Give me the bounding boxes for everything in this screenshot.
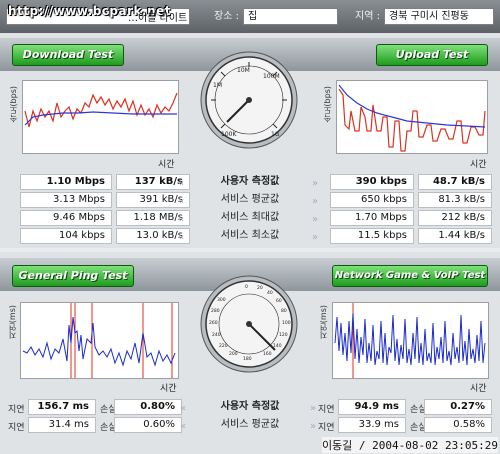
download-y-label: 속도(bps) (9, 86, 18, 123)
ping-side-label-delay: 지연 (8, 405, 25, 415)
ping-delay-1: 31.4 ms (28, 417, 96, 433)
ping-loss-0: 0.80% (114, 399, 182, 415)
provider-value: …이블 라이트 (128, 13, 188, 24)
game-delay-0: 94.9 ms (338, 399, 406, 415)
ping-arrow-left-0: « (180, 403, 187, 414)
gauge-label-100k: 100K (221, 131, 237, 138)
gauge-label-1m: 1M (213, 82, 222, 89)
svg-text:180: 180 (243, 356, 252, 362)
arrow-right-0: » (312, 178, 319, 189)
speed-gauge: 100K 1M 10M 100M 1G (199, 50, 299, 150)
arrow-left-0: « (178, 178, 185, 189)
svg-text:200: 200 (229, 351, 238, 357)
network-game-voip-test-button[interactable]: Network Game & VoIP Test (332, 265, 488, 287)
game-chart-plot (334, 303, 486, 378)
gauge-label-100m: 100M (263, 73, 280, 80)
game-x-label: 시간 (470, 384, 487, 394)
arrow-left-3: « (178, 232, 185, 243)
region-field[interactable]: 경북 구미시 진평동 (384, 8, 494, 25)
download-bps-0: 1.10 Mbps (20, 174, 112, 190)
upload-test-button[interactable]: Upload Test (376, 44, 488, 66)
svg-text:100: 100 (282, 320, 291, 326)
download-chart-plot (24, 92, 178, 128)
speed-row-label-0: 사용자 측정값 (220, 176, 280, 187)
upload-Bps-3: 1.44 kB/s (418, 228, 492, 244)
arrow-left-2: « (178, 214, 185, 225)
upload-bps-0: 390 kbps (330, 174, 414, 190)
arrow-right-2: » (312, 214, 319, 225)
download-average-line (24, 111, 177, 126)
region-label: 지역 : (355, 11, 380, 22)
ping-gauge: 0 20 40 60 80 100 120 140 160 180 200 22… (199, 274, 299, 374)
ping-latency-line (22, 316, 176, 367)
ping-delay-0: 156.7 ms (28, 399, 96, 415)
download-bps-1: 3.13 Mbps (20, 192, 112, 208)
ping-chart (20, 302, 179, 379)
upload-y-label: 속도(bps) (323, 86, 332, 123)
ping-side-label-loss: 지연 (8, 423, 25, 433)
upload-chart (336, 80, 488, 154)
gauge-label-1g: 1G (271, 131, 280, 138)
ping-chart-plot (22, 303, 176, 378)
download-bps-2: 9.46 Mbps (20, 210, 112, 226)
game-y-label: 지연(ms) (319, 305, 328, 340)
ping-arrow-right-0: » (310, 403, 317, 414)
download-test-button[interactable]: Download Test (12, 44, 124, 66)
svg-text:160: 160 (263, 351, 272, 357)
location-field[interactable]: 집 (243, 8, 338, 25)
ping-row-label-1: 서비스 평균값 (220, 419, 280, 430)
svg-text:280: 280 (211, 308, 220, 314)
upload-measured-line (338, 88, 486, 152)
general-ping-test-button[interactable]: General Ping Test (12, 265, 134, 287)
upload-chart-plot (338, 84, 486, 152)
arrow-right-1: » (312, 196, 319, 207)
ping-gauge-dial: 0 20 40 60 80 100 120 140 160 180 200 22… (200, 275, 298, 373)
footer-user-timestamp: 이동길 / 2004-08-02 23:05:29 (321, 437, 498, 453)
game-side-label-delay-2: 지연 (318, 423, 335, 433)
ping-x-label: 시간 (160, 384, 177, 394)
ping-arrow-right-1: » (310, 421, 317, 432)
location-label: 장소 : (214, 11, 239, 22)
ping-loss-1: 0.60% (114, 417, 182, 433)
ping-y-label: 지연(ms) (8, 305, 17, 340)
svg-text:260: 260 (209, 320, 218, 326)
arrow-left-1: « (178, 196, 185, 207)
download-chart (22, 80, 179, 154)
upload-bps-3: 11.5 kbps (330, 228, 414, 244)
svg-text:240: 240 (212, 332, 221, 338)
top-bar: http://www.bcpark.net http://www.bcpark.… (0, 0, 500, 33)
game-loss-1: 0.58% (424, 417, 492, 433)
speed-row-label-3: 서비스 최소값 (220, 230, 280, 241)
speed-row-label-2: 서비스 최대값 (220, 212, 280, 223)
game-latency-line (334, 312, 486, 366)
svg-text:60: 60 (276, 298, 282, 304)
svg-text:80: 80 (281, 308, 287, 314)
svg-text:300: 300 (217, 297, 226, 303)
speed-gauge-dial: 100K 1M 10M 100M 1G (200, 51, 298, 149)
upload-x-label: 시간 (470, 160, 487, 170)
speed-row-label-1: 서비스 평균값 (220, 194, 280, 205)
svg-text:120: 120 (279, 332, 288, 338)
game-loss-0: 0.27% (424, 399, 492, 415)
arrow-right-3: » (312, 232, 319, 243)
upload-bps-1: 650 kbps (330, 192, 414, 208)
svg-text:0: 0 (245, 284, 248, 290)
game-side-label-delay: 지연 (318, 405, 335, 415)
svg-text:40: 40 (267, 290, 273, 296)
svg-text:220: 220 (219, 343, 228, 349)
upload-bps-2: 1.70 Mbps (330, 210, 414, 226)
ping-arrow-left-1: « (180, 421, 187, 432)
download-measured-line (24, 92, 178, 128)
upload-Bps-2: 212 kB/s (418, 210, 492, 226)
upload-Bps-0: 48.7 kB/s (418, 174, 492, 190)
svg-text:20: 20 (257, 285, 263, 291)
game-chart (332, 302, 489, 379)
ping-row-label-0: 사용자 측정값 (220, 401, 280, 412)
game-delay-1: 33.9 ms (338, 417, 406, 433)
gauge-label-10m: 10M (237, 67, 250, 74)
download-x-label: 시간 (158, 160, 175, 170)
download-bps-3: 104 kbps (20, 228, 112, 244)
upload-Bps-1: 81.3 kB/s (418, 192, 492, 208)
